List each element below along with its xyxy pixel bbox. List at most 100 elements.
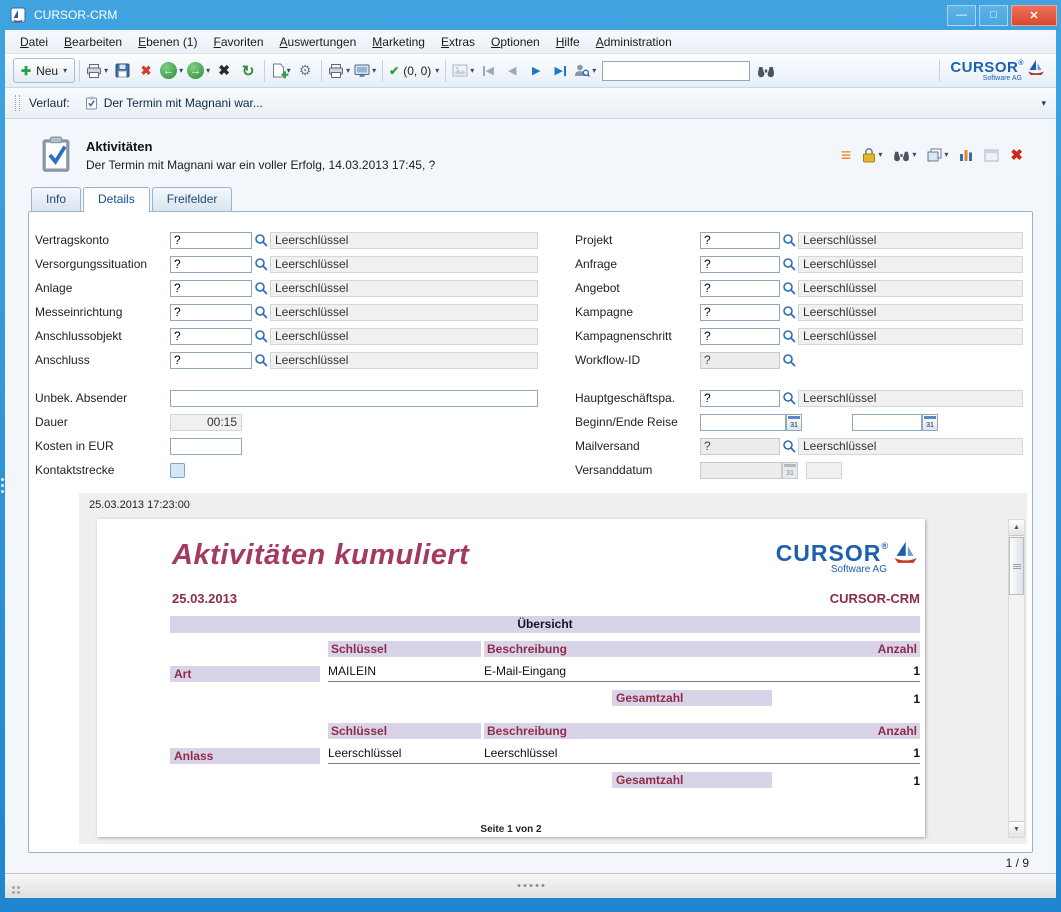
menu-item-optionen[interactable]: Optionen [484, 32, 547, 52]
new-button[interactable]: ✚ Neu ▾ [13, 58, 75, 83]
kosten-input[interactable] [170, 438, 242, 455]
field-label: Unbek. Absender [35, 391, 170, 405]
page-indicator: 1 / 9 [28, 853, 1033, 873]
vertragskonto-input[interactable] [170, 232, 252, 249]
scrollbar-thumb[interactable] [1009, 537, 1024, 595]
field-label: Beginn/Ende Reise [575, 415, 700, 429]
anschluss-input[interactable] [170, 352, 252, 369]
menu-item-hilfe[interactable]: Hilfe [549, 32, 587, 52]
lookup-icon[interactable] [780, 303, 798, 321]
calendar-icon[interactable]: 31 [786, 414, 802, 431]
report-date-row: 25.03.2013 CURSOR-CRM [172, 591, 920, 606]
report-scrollbar[interactable]: ▲ ▼ [1008, 519, 1025, 838]
form-row: Anfrage Leerschlüssel [575, 252, 1027, 276]
lookup-icon[interactable] [252, 327, 270, 345]
tab-info[interactable]: Info [31, 187, 81, 211]
report-header: Aktivitäten kumuliert CURSOR® Software A… [97, 519, 925, 575]
total-value: 1 [772, 692, 920, 706]
validate-counter-button[interactable]: ✔ (0, 0) ▾ [387, 58, 441, 83]
anschlussobjekt-input[interactable] [170, 328, 252, 345]
scroll-down-icon[interactable]: ▼ [1009, 821, 1024, 837]
detach-window-button[interactable] [982, 144, 1001, 166]
delete-button[interactable]: ✖ [134, 58, 158, 83]
quick-search-input[interactable] [602, 61, 750, 81]
menu-item-ebenen[interactable]: Ebenen (1) [131, 32, 204, 52]
menu-item-datei[interactable]: Datei [13, 32, 55, 52]
lookup-icon[interactable] [780, 351, 798, 369]
image-export-button[interactable]: ▾ [450, 58, 476, 83]
search-button[interactable] [754, 58, 778, 83]
anlage-input[interactable] [170, 280, 252, 297]
scroll-up-icon[interactable]: ▲ [1009, 520, 1024, 536]
menu-item-administration[interactable]: Administration [589, 32, 679, 52]
lookup-icon[interactable] [252, 351, 270, 369]
nav-first-button[interactable]: ◀ [476, 58, 500, 83]
person-search-button[interactable]: ▾ [572, 58, 598, 83]
lookup-icon[interactable] [780, 231, 798, 249]
versorgungssituation-input[interactable] [170, 256, 252, 273]
lookup-icon[interactable] [780, 327, 798, 345]
calendar-icon[interactable]: 31 [922, 414, 938, 431]
reise-beginn-input[interactable] [700, 414, 786, 431]
tab-details[interactable]: Details [83, 187, 150, 212]
refresh-button[interactable]: ↻ [236, 58, 260, 83]
column-header-anzahl: Anzahl [842, 723, 920, 739]
nav-last-button[interactable]: ▶ [548, 58, 572, 83]
form-column-left: Vertragskonto Leerschlüssel Versorgungss… [35, 228, 545, 482]
binoculars-icon [757, 64, 775, 78]
monitor-icon [354, 64, 370, 78]
tab-freifelder[interactable]: Freifelder [152, 187, 233, 211]
menu-item-extras[interactable]: Extras [434, 32, 482, 52]
projekt-input[interactable] [700, 232, 780, 249]
lookup-icon[interactable] [780, 437, 798, 455]
unbek-absender-input[interactable] [170, 390, 538, 407]
nav-prev-button[interactable]: ◀ [500, 58, 524, 83]
nav-next-button[interactable]: ▶ [524, 58, 548, 83]
export-button[interactable]: ▾ [352, 58, 378, 83]
kampagnenschritt-input[interactable] [700, 328, 780, 345]
history-entry[interactable]: Der Termin mit Magnani war... [79, 94, 269, 112]
menu-item-favoriten[interactable]: Favoriten [206, 32, 270, 52]
workflow-id-input [700, 352, 780, 369]
drag-handle-icon[interactable] [15, 95, 20, 111]
resize-grip-icon[interactable] [517, 884, 544, 887]
lookup-icon[interactable] [252, 231, 270, 249]
back-button[interactable]: ← ▾ [158, 58, 185, 83]
menu-item-bearbeiten[interactable]: Bearbeiten [57, 32, 129, 52]
lookup-icon[interactable] [252, 279, 270, 297]
chart-button[interactable] [957, 144, 975, 166]
lookup-icon[interactable] [780, 279, 798, 297]
list-view-button[interactable]: ≡ [839, 144, 854, 166]
kampagne-input[interactable] [700, 304, 780, 321]
record-search-button[interactable]: ▾ [891, 144, 918, 166]
copy-record-button[interactable]: ▾ [925, 144, 950, 166]
close-record-button[interactable]: ✖ [1008, 144, 1025, 166]
lock-button[interactable]: ▾ [860, 144, 884, 166]
kontaktstrecke-checkbox[interactable] [170, 463, 185, 478]
workflow-button[interactable]: ⚙ [293, 58, 317, 83]
lookup-icon[interactable] [780, 255, 798, 273]
save-button[interactable] [110, 58, 134, 83]
key-field: Leerschlüssel [270, 232, 538, 249]
history-overflow-icon[interactable]: ▾ [1041, 98, 1046, 109]
lookup-icon[interactable] [252, 303, 270, 321]
add-record-button[interactable]: ✚ ▾ [269, 58, 293, 83]
details-panel: Vertragskonto Leerschlüssel Versorgungss… [28, 211, 1033, 853]
lookup-icon[interactable] [780, 389, 798, 407]
print-button[interactable]: ▾ [84, 58, 110, 83]
lookup-icon[interactable] [252, 255, 270, 273]
window-edge-grip-icon[interactable] [1, 478, 4, 493]
print-report-button[interactable]: ▾ [326, 58, 352, 83]
minimize-button[interactable]: — [947, 5, 976, 26]
menu-item-auswertungen[interactable]: Auswertungen [273, 32, 364, 52]
anfrage-input[interactable] [700, 256, 780, 273]
close-button[interactable]: ✕ [1011, 5, 1057, 26]
cancel-button[interactable]: ✖ [212, 58, 236, 83]
messeinrichtung-input[interactable] [170, 304, 252, 321]
reise-ende-input[interactable] [852, 414, 922, 431]
maximize-button[interactable]: □ [979, 5, 1008, 26]
menu-item-marketing[interactable]: Marketing [365, 32, 432, 52]
forward-button[interactable]: → ▾ [185, 58, 212, 83]
angebot-input[interactable] [700, 280, 780, 297]
hauptgeschaeftspartner-input[interactable] [700, 390, 780, 407]
